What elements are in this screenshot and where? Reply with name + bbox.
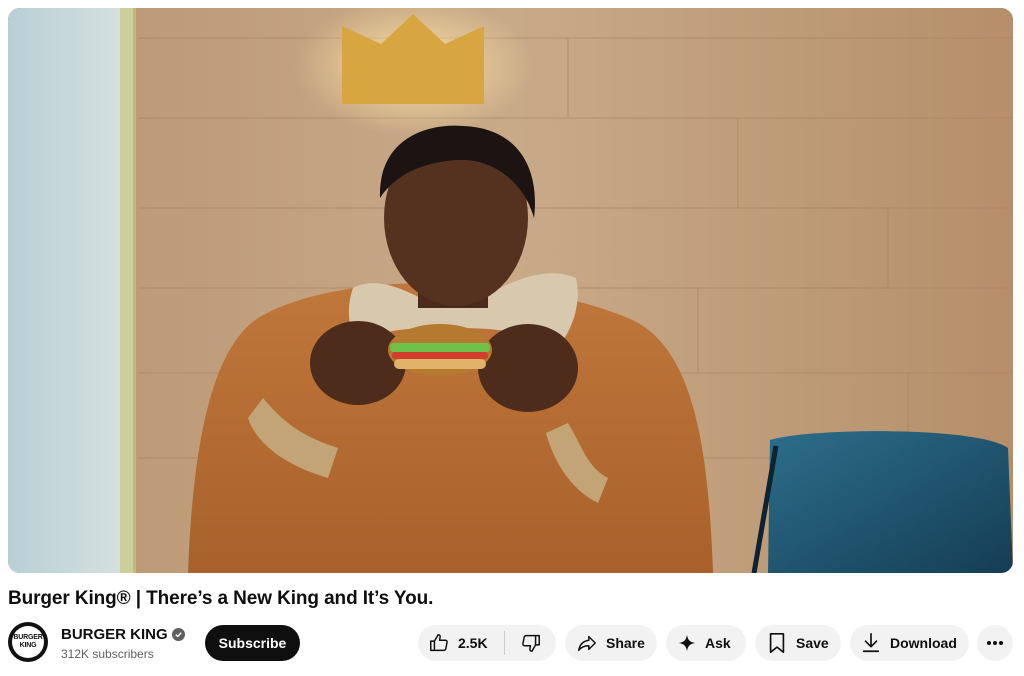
bookmark-icon: [767, 632, 787, 654]
sparkle-icon: [678, 634, 696, 652]
video-frame: [8, 8, 1013, 573]
like-button[interactable]: 2.5K: [418, 625, 504, 661]
avatar-line2: KING: [19, 642, 37, 649]
dislike-button[interactable]: [505, 625, 556, 661]
ask-button[interactable]: Ask: [666, 625, 746, 661]
download-button[interactable]: Download: [850, 625, 969, 661]
verified-check-icon: [171, 628, 185, 641]
save-label: Save: [796, 635, 829, 651]
more-actions-button[interactable]: [977, 625, 1013, 661]
like-count: 2.5K: [458, 635, 488, 651]
channel-name-row[interactable]: BURGER KING: [61, 626, 185, 643]
like-dislike-group: 2.5K: [418, 625, 556, 661]
subscribe-button[interactable]: Subscribe: [205, 625, 300, 661]
share-label: Share: [606, 635, 645, 651]
download-label: Download: [890, 635, 957, 651]
video-title: Burger King® | There’s a New King and It…: [8, 588, 434, 609]
share-button[interactable]: Share: [565, 625, 657, 661]
thumbs-down-icon: [520, 632, 542, 654]
ask-label: Ask: [705, 635, 731, 651]
thumbs-up-icon: [428, 632, 450, 654]
save-button[interactable]: Save: [755, 625, 841, 661]
channel-name[interactable]: BURGER KING: [61, 626, 168, 643]
subscriber-count: 312K subscribers: [61, 647, 154, 661]
avatar-line1: BURGER: [13, 634, 43, 641]
video-player[interactable]: [8, 8, 1013, 573]
share-arrow-icon: [575, 632, 599, 654]
more-horizontal-icon: [986, 640, 1004, 646]
download-icon: [861, 632, 881, 654]
channel-avatar[interactable]: BURGER KING: [8, 622, 48, 662]
burger-king-logo: BURGER KING: [12, 626, 44, 658]
